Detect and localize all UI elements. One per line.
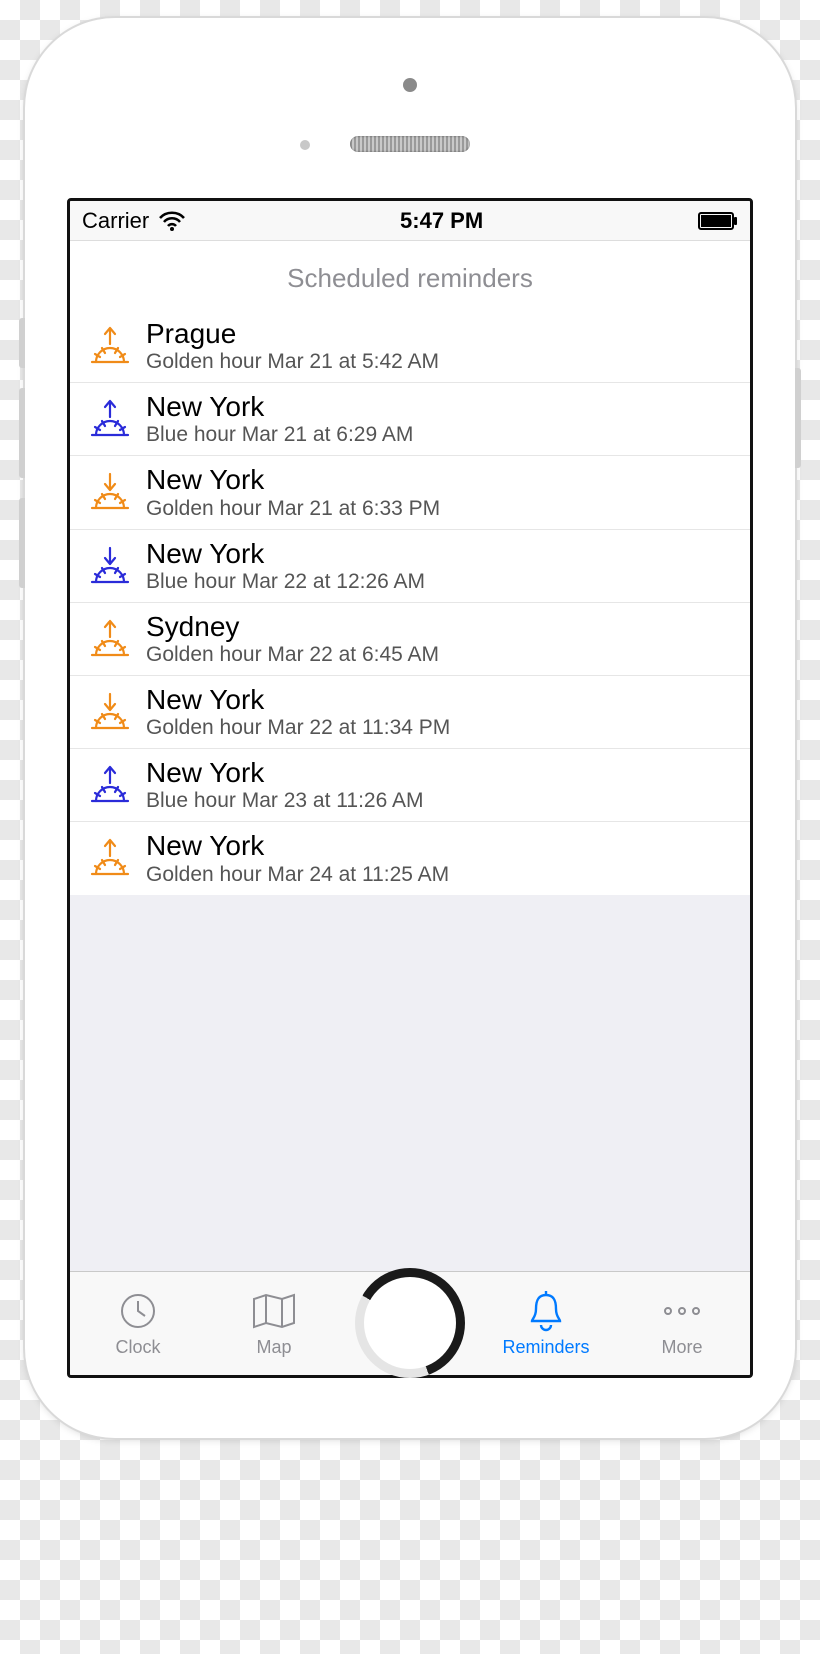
reminder-detail: Blue hour Mar 23 at 11:26 AM xyxy=(146,789,736,813)
phone-volume-down xyxy=(19,498,25,588)
reminder-city: New York xyxy=(146,684,736,716)
sun-arrow-up-icon xyxy=(80,324,140,368)
phone-mute-switch xyxy=(19,318,25,368)
reminder-row[interactable]: Prague Golden hour Mar 21 at 5:42 AM xyxy=(70,310,750,383)
reminder-list: Prague Golden hour Mar 21 at 5:42 AM New… xyxy=(70,310,750,895)
bell-icon xyxy=(526,1289,566,1333)
reminder-row[interactable]: New York Golden hour Mar 22 at 11:34 PM xyxy=(70,676,750,749)
reminder-city: New York xyxy=(146,391,736,423)
status-time: 5:47 PM xyxy=(400,208,483,234)
sun-arrow-down-icon xyxy=(80,690,140,734)
map-icon xyxy=(250,1289,298,1333)
sun-arrow-up-icon xyxy=(80,763,140,807)
reminder-detail: Blue hour Mar 21 at 6:29 AM xyxy=(146,423,736,447)
reminder-text: New York Blue hour Mar 22 at 12:26 AM xyxy=(140,538,736,594)
phone-home-button[interactable] xyxy=(355,1268,465,1378)
reminder-city: New York xyxy=(146,830,736,862)
phone-frame: Carrier 5:47 PM xyxy=(25,18,795,1438)
tab-more[interactable]: More xyxy=(614,1272,750,1375)
reminder-text: Prague Golden hour Mar 21 at 5:42 AM xyxy=(140,318,736,374)
reminder-row[interactable]: New York Golden hour Mar 21 at 6:33 PM xyxy=(70,456,750,529)
reminder-row[interactable]: New York Golden hour Mar 24 at 11:25 AM xyxy=(70,822,750,894)
reminder-city: New York xyxy=(146,757,736,789)
screen: Carrier 5:47 PM xyxy=(67,198,753,1378)
sun-arrow-up-icon xyxy=(80,836,140,880)
reminder-text: New York Golden hour Mar 24 at 11:25 AM xyxy=(140,830,736,886)
reminder-row[interactable]: New York Blue hour Mar 21 at 6:29 AM xyxy=(70,383,750,456)
tab-label: Map xyxy=(256,1337,291,1358)
tab-label: Reminders xyxy=(502,1337,589,1358)
reminder-detail: Golden hour Mar 21 at 5:42 AM xyxy=(146,350,736,374)
reminder-detail: Blue hour Mar 22 at 12:26 AM xyxy=(146,570,736,594)
reminder-row[interactable]: New York Blue hour Mar 23 at 11:26 AM xyxy=(70,749,750,822)
tab-label: More xyxy=(661,1337,702,1358)
clock-icon xyxy=(118,1289,158,1333)
phone-proximity-sensor xyxy=(300,140,310,150)
carrier-label: Carrier xyxy=(82,208,149,234)
sun-arrow-down-icon xyxy=(80,470,140,514)
reminder-detail: Golden hour Mar 22 at 11:34 PM xyxy=(146,716,736,740)
reminder-text: Sydney Golden hour Mar 22 at 6:45 AM xyxy=(140,611,736,667)
section-header: Scheduled reminders xyxy=(70,241,750,310)
reminder-text: New York Blue hour Mar 21 at 6:29 AM xyxy=(140,391,736,447)
reminder-text: New York Blue hour Mar 23 at 11:26 AM xyxy=(140,757,736,813)
battery-icon xyxy=(698,212,738,230)
reminder-city: Prague xyxy=(146,318,736,350)
sun-arrow-up-icon xyxy=(80,397,140,441)
wifi-icon xyxy=(159,211,185,231)
reminder-detail: Golden hour Mar 22 at 6:45 AM xyxy=(146,643,736,667)
reminder-detail: Golden hour Mar 21 at 6:33 PM xyxy=(146,497,736,521)
sun-arrow-up-icon xyxy=(80,617,140,661)
phone-speaker xyxy=(350,136,470,152)
phone-power-button xyxy=(795,368,801,468)
reminder-city: Sydney xyxy=(146,611,736,643)
reminder-city: New York xyxy=(146,464,736,496)
reminder-row[interactable]: New York Blue hour Mar 22 at 12:26 AM xyxy=(70,530,750,603)
phone-volume-up xyxy=(19,388,25,478)
reminder-text: New York Golden hour Mar 21 at 6:33 PM xyxy=(140,464,736,520)
reminder-text: New York Golden hour Mar 22 at 11:34 PM xyxy=(140,684,736,740)
tab-clock[interactable]: Clock xyxy=(70,1272,206,1375)
tab-map[interactable]: Map xyxy=(206,1272,342,1375)
tab-label: Clock xyxy=(115,1337,160,1358)
more-icon xyxy=(658,1289,706,1333)
list-empty-area xyxy=(70,895,750,1272)
tab-reminders[interactable]: Reminders xyxy=(478,1272,614,1375)
sun-arrow-down-icon xyxy=(80,544,140,588)
reminder-row[interactable]: Sydney Golden hour Mar 22 at 6:45 AM xyxy=(70,603,750,676)
reminder-detail: Golden hour Mar 24 at 11:25 AM xyxy=(146,863,736,887)
section-title: Scheduled reminders xyxy=(287,263,533,293)
reminder-city: New York xyxy=(146,538,736,570)
status-bar: Carrier 5:47 PM xyxy=(70,201,750,241)
